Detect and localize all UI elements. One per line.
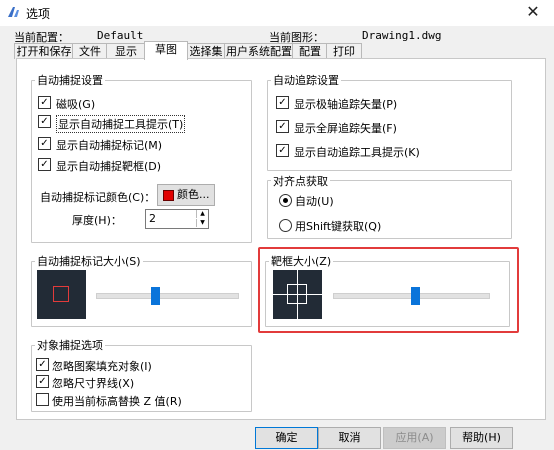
thickness-label: 厚度(H)： <box>72 214 122 227</box>
magnet-label: 磁吸(G) <box>56 98 96 111</box>
autosnap-marker-label: 显示自动捕捉标记(M) <box>56 139 163 152</box>
magnet-checkbox[interactable]: ✓ <box>38 96 51 109</box>
tab-files[interactable]: 文件 <box>72 43 108 59</box>
color-button-label: 颜色... <box>177 188 210 201</box>
fullscreen-vector-checkbox[interactable]: ✓ <box>276 120 289 133</box>
ignore-hatch-checkbox[interactable]: ✓ <box>36 358 49 371</box>
auto-radio[interactable] <box>279 194 292 207</box>
current-config-value: Default <box>97 29 144 42</box>
fullscreen-vector-label: 显示全屏追踪矢量(F) <box>294 122 397 135</box>
ignore-dim-ext-label: 忽略尺寸界线(X) <box>52 377 135 390</box>
replace-z-checkbox[interactable] <box>36 393 49 406</box>
color-swatch <box>163 190 174 201</box>
auto-radio-label: 自动(U) <box>295 195 334 208</box>
autotrack-tooltip-label: 显示自动追踪工具提示(K) <box>294 146 420 159</box>
autosnap-marker-checkbox[interactable]: ✓ <box>38 137 51 150</box>
apply-button[interactable]: 应用(A) <box>383 427 446 449</box>
ok-button[interactable]: 确定 <box>255 427 318 449</box>
tab-open-save[interactable]: 打开和保存 <box>14 43 74 59</box>
tab-display[interactable]: 显示 <box>106 43 146 59</box>
tab-profiles[interactable]: 配置 <box>292 43 328 59</box>
marker-size-thumb[interactable] <box>151 287 160 305</box>
spin-down-icon[interactable]: ▼ <box>196 219 208 227</box>
shift-radio-label: 用Shift键获取(Q) <box>295 220 382 233</box>
highlight-rectangle <box>258 247 519 333</box>
cancel-button[interactable]: 取消 <box>318 427 381 449</box>
autosnap-aperture-checkbox[interactable]: ✓ <box>38 158 51 171</box>
object-snap-title: 对象捕捉选项 <box>35 337 105 353</box>
marker-color-label: 自动捕捉标记颜色(C)： <box>40 191 156 204</box>
autosnap-aperture-label: 显示自动捕捉靶框(D) <box>56 160 162 173</box>
tab-selection[interactable]: 选择集 <box>186 43 226 59</box>
ignore-dim-ext-checkbox[interactable]: ✓ <box>36 375 49 388</box>
shift-radio[interactable] <box>279 219 292 232</box>
radio-selected-dot <box>283 198 288 203</box>
tab-user-preferences[interactable]: 用户系统配置 <box>224 43 294 59</box>
spin-up-icon[interactable]: ▲ <box>196 210 208 218</box>
tab-plot[interactable]: 打印 <box>326 43 362 59</box>
polar-vector-label: 显示极轴追踪矢量(P) <box>294 98 398 111</box>
title-bar: 选项 ✕ <box>0 0 554 26</box>
marker-size-preview <box>37 270 86 319</box>
window-title: 选项 <box>26 7 51 21</box>
autosnap-tooltip-checkbox[interactable]: ✓ <box>38 115 51 128</box>
autosnap-tooltip-label: 显示自动捕捉工具提示(T) <box>56 115 186 133</box>
tab-drafting[interactable]: 草图 <box>144 41 188 60</box>
thickness-value[interactable]: 2 <box>149 212 156 225</box>
marker-size-title: 自动捕捉标记大小(S) <box>35 253 143 269</box>
thickness-spinner[interactable]: 2 ▲ ▼ <box>145 209 209 229</box>
autotrack-tooltip-checkbox[interactable]: ✓ <box>276 144 289 157</box>
autosnap-settings-title: 自动捕捉设置 <box>35 72 105 88</box>
marker-square-icon <box>53 286 69 302</box>
help-button[interactable]: 帮助(H) <box>450 427 513 449</box>
app-icon <box>8 7 19 17</box>
color-button[interactable]: 颜色... <box>157 184 215 206</box>
current-drawing-value: Drawing1.dwg <box>362 29 442 42</box>
marker-size-track[interactable] <box>96 293 239 299</box>
close-icon[interactable]: ✕ <box>520 2 546 22</box>
ignore-hatch-label: 忽略图案填充对象(I) <box>52 360 152 373</box>
alignment-title: 对齐点获取 <box>271 173 330 189</box>
autotrack-settings-title: 自动追踪设置 <box>271 72 341 88</box>
polar-vector-checkbox[interactable]: ✓ <box>276 96 289 109</box>
replace-z-label: 使用当前标高替换 Z 值(R) <box>52 395 182 408</box>
